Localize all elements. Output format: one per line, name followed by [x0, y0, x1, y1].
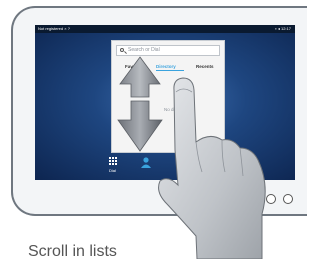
scroll-up-arrow-icon: [119, 56, 161, 98]
caption-text: Scroll in lists: [28, 243, 117, 260]
gesture-overlay: [117, 56, 266, 259]
scroll-down-arrow-icon: [117, 100, 163, 152]
hand-pointer-icon: [158, 77, 266, 259]
